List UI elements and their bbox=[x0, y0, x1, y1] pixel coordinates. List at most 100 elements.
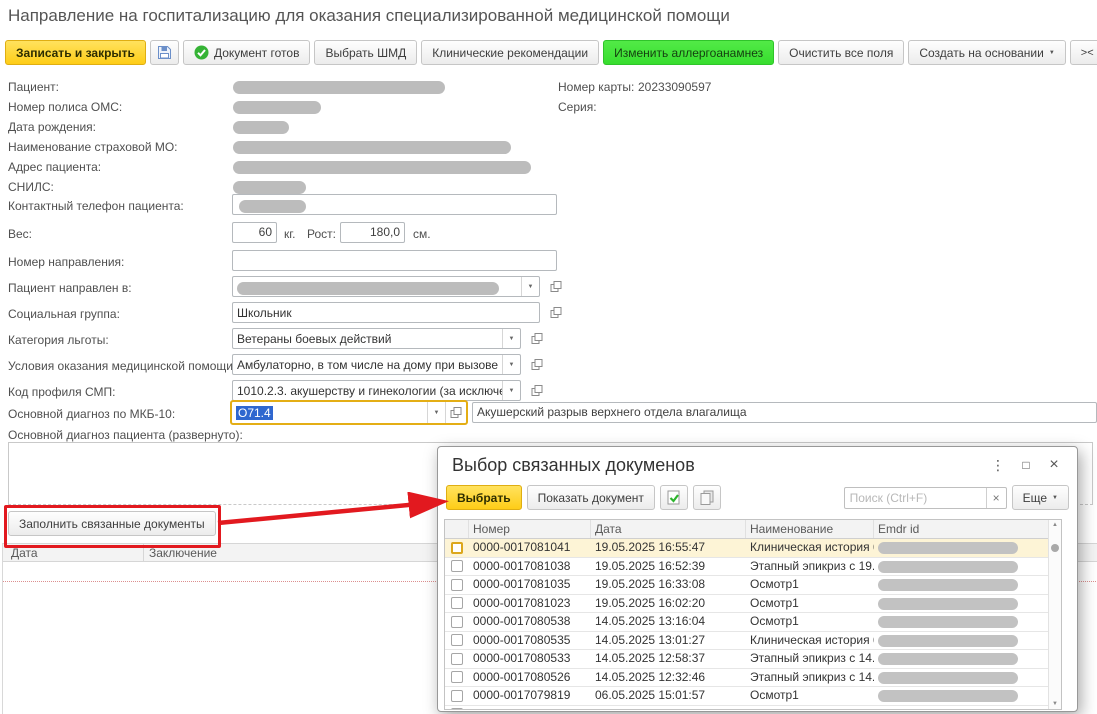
maximize-button[interactable]: □ bbox=[1015, 455, 1037, 475]
icd10-combo[interactable]: O71.4 ▼ bbox=[230, 400, 468, 425]
column-header-conclusion[interactable]: Заключение bbox=[149, 546, 217, 560]
cell-date: 19.05.2025 16:33:08 bbox=[591, 576, 746, 594]
annotation-red-rectangle bbox=[4, 505, 221, 548]
table-row[interactable]: 0000-0017080533 14.05.2025 12:58:37 Этап… bbox=[445, 650, 1061, 669]
change-allergy-button[interactable]: Изменить аллергоанамнез bbox=[603, 40, 774, 65]
close-button[interactable]: × bbox=[1043, 455, 1065, 475]
row-checkbox[interactable] bbox=[451, 542, 463, 554]
main-toolbar: Записать и закрыть Документ готов Выбрат… bbox=[5, 40, 1097, 65]
referred-to-combo[interactable]: ▼ bbox=[232, 276, 540, 297]
referral-number-input[interactable] bbox=[232, 250, 557, 271]
column-header-number[interactable]: Номер bbox=[469, 520, 591, 538]
open-picker-icon[interactable] bbox=[546, 302, 565, 323]
cell-number: 0000-0017081038 bbox=[469, 558, 591, 576]
table-row[interactable]: 0000-0017080538 14.05.2025 13:16:04 Осмо… bbox=[445, 613, 1061, 632]
social-group-value: Школьник bbox=[233, 306, 539, 320]
icd10-name-field[interactable]: Акушерский разрыв верхнего отдела влагал… bbox=[472, 402, 1097, 423]
row-checkbox[interactable] bbox=[451, 560, 463, 572]
redacted-emdrid-value bbox=[878, 561, 1018, 573]
table-row[interactable]: 0000-0017080526 14.05.2025 12:32:46 Этап… bbox=[445, 669, 1061, 688]
scroll-thumb[interactable] bbox=[1051, 544, 1059, 552]
cell-name: Этапный эпикриз с 14.05… bbox=[746, 650, 874, 668]
table-row[interactable]: 0000-0017081035 19.05.2025 16:33:08 Осмо… bbox=[445, 576, 1061, 595]
document-ready-label: Документ готов bbox=[214, 46, 300, 60]
cell-date: 19.05.2025 16:02:20 bbox=[591, 595, 746, 613]
row-checkbox[interactable] bbox=[451, 653, 463, 665]
caret-down-icon: ▼ bbox=[1049, 50, 1055, 56]
redacted-emdrid-value bbox=[878, 616, 1018, 628]
table-row[interactable]: 0000-0017079819 06.05.2025 15:01:57 Осмо… bbox=[445, 687, 1061, 706]
table-scrollbar[interactable]: ▲ ▼ bbox=[1048, 520, 1061, 709]
height-input[interactable]: 180,0 bbox=[340, 222, 405, 243]
dropdown-caret-icon[interactable]: ▼ bbox=[502, 329, 520, 348]
documents-table: Номер Дата Наименование Emdr id 0000-001… bbox=[444, 519, 1062, 710]
open-picker-icon[interactable] bbox=[527, 328, 546, 349]
caret-down-icon: ▼ bbox=[1052, 495, 1058, 501]
column-header-date[interactable]: Дата bbox=[591, 520, 746, 538]
label-referral-number: Номер направления: bbox=[8, 255, 124, 269]
open-picker-icon[interactable] bbox=[527, 380, 546, 401]
column-header-date[interactable]: Дата bbox=[11, 546, 38, 560]
open-picker-icon[interactable] bbox=[546, 276, 565, 297]
set-mark-button[interactable] bbox=[660, 485, 688, 510]
table-row[interactable]: 0000-0017081023 19.05.2025 16:02:20 Осмо… bbox=[445, 595, 1061, 614]
table-row[interactable]: 0000-0017081038 19.05.2025 16:52:39 Этап… bbox=[445, 558, 1061, 577]
search-input[interactable] bbox=[845, 488, 986, 508]
label-smp-profile-code: Код профиля СМП: bbox=[8, 385, 115, 399]
row-checkbox[interactable] bbox=[451, 671, 463, 683]
label-card-number: Номер карты: bbox=[558, 80, 634, 94]
dialog-title: Выбор связанных докуменов bbox=[452, 455, 695, 476]
cell-date: 19.05.2025 16:55:47 bbox=[591, 539, 746, 557]
clear-all-fields-button[interactable]: Очистить все поля bbox=[778, 40, 904, 65]
row-checkbox[interactable] bbox=[451, 616, 463, 628]
smp-profile-code-value: 1010.2.3. акушерству и гинекологии (за и… bbox=[233, 384, 502, 398]
dropdown-caret-icon[interactable]: ▼ bbox=[521, 277, 539, 296]
scroll-down-icon[interactable]: ▼ bbox=[1049, 701, 1061, 707]
select-shmd-button[interactable]: Выбрать ШМД bbox=[314, 40, 417, 65]
benefit-category-combo[interactable]: Ветераны боевых действий ▼ bbox=[232, 328, 521, 349]
social-group-field[interactable]: Школьник bbox=[232, 302, 540, 323]
label-snils: СНИЛС: bbox=[8, 180, 54, 194]
row-checkbox[interactable] bbox=[451, 597, 463, 609]
more-label: Еще bbox=[1023, 491, 1047, 505]
row-checkbox[interactable] bbox=[451, 690, 463, 702]
more-button[interactable]: Еще ▼ bbox=[1012, 485, 1069, 510]
dropdown-caret-icon[interactable]: ▼ bbox=[502, 355, 520, 374]
copy-button[interactable] bbox=[693, 485, 721, 510]
label-series: Серия: bbox=[558, 100, 597, 114]
cell-number: 0000-0017080533 bbox=[469, 650, 591, 668]
clear-search-button[interactable]: × bbox=[986, 488, 1006, 508]
redacted-emdrid-value bbox=[878, 579, 1018, 591]
scroll-up-icon[interactable]: ▲ bbox=[1049, 522, 1061, 528]
column-header-name[interactable]: Наименование bbox=[746, 520, 874, 538]
kebab-menu-button[interactable]: ⋮ bbox=[987, 455, 1009, 475]
redacted-emdrid-value bbox=[878, 653, 1018, 665]
open-picker-icon[interactable] bbox=[445, 402, 466, 423]
show-document-button[interactable]: Показать документ bbox=[527, 485, 655, 510]
label-birth-date: Дата рождения: bbox=[8, 120, 96, 134]
cell-name: Осмотр1 bbox=[746, 576, 874, 594]
benefit-category-value: Ветераны боевых действий bbox=[233, 332, 502, 346]
table-row[interactable]: 0000-0017080535 14.05.2025 13:01:27 Клин… bbox=[445, 632, 1061, 651]
create-based-on-button[interactable]: Создать на основании ▼ bbox=[908, 40, 1065, 65]
cell-number: 0000-0017081035 bbox=[469, 576, 591, 594]
column-header-emdrid[interactable]: Emdr id bbox=[874, 520, 1061, 538]
table-row[interactable]: 0000-0017081041 19.05.2025 16:55:47 Клин… bbox=[445, 539, 1061, 558]
document-ready-button[interactable]: Документ готов bbox=[183, 40, 311, 65]
dropdown-caret-icon[interactable]: ▼ bbox=[427, 402, 445, 423]
row-checkbox[interactable] bbox=[451, 634, 463, 646]
smp-profile-code-combo[interactable]: 1010.2.3. акушерству и гинекологии (за и… bbox=[232, 380, 521, 401]
select-button[interactable]: Выбрать bbox=[446, 485, 522, 510]
clinical-recommendations-button[interactable]: Клинические рекомендации bbox=[421, 40, 599, 65]
card-number-value: 20233090597 bbox=[638, 80, 711, 94]
open-picker-icon[interactable] bbox=[527, 354, 546, 375]
cell-date: 14.05.2025 12:32:46 bbox=[591, 669, 746, 687]
save-and-close-button[interactable]: Записать и закрыть bbox=[5, 40, 146, 65]
care-conditions-combo[interactable]: Амбулаторно, в том числе на дому при выз… bbox=[232, 354, 521, 375]
weight-input[interactable]: 60 bbox=[232, 222, 277, 243]
contact-phone-input[interactable] bbox=[232, 194, 557, 215]
dropdown-caret-icon[interactable]: ▼ bbox=[502, 381, 520, 400]
collapse-button[interactable]: >< bbox=[1070, 40, 1097, 65]
row-checkbox[interactable] bbox=[451, 579, 463, 591]
save-button[interactable] bbox=[150, 40, 179, 65]
